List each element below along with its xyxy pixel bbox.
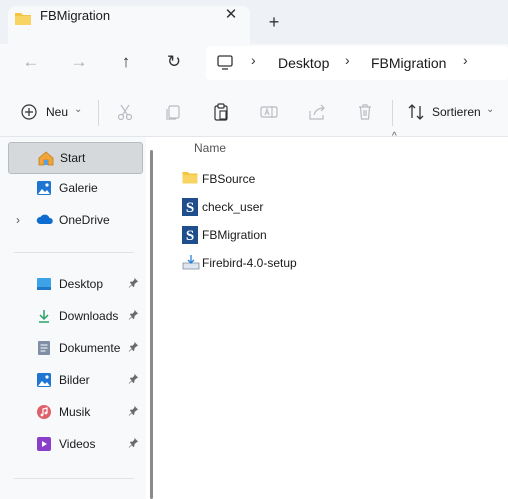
breadcrumb-separator[interactable]: › [251, 52, 256, 68]
sidebar-item-label: Dokumente [59, 341, 121, 355]
folder-icon [182, 170, 198, 187]
pin-icon[interactable] [128, 405, 139, 419]
script-s-icon: S [182, 198, 198, 219]
share-icon[interactable] [306, 101, 328, 123]
music-icon [36, 404, 52, 420]
documents-icon [36, 340, 52, 356]
sidebar-item-label: Downloads [59, 309, 119, 323]
navigation-pane-scrollbar[interactable] [150, 150, 153, 499]
sort-icon[interactable] [406, 102, 426, 125]
computer-icon[interactable] [216, 53, 234, 74]
sidebar-item-videos[interactable]: Videos [8, 429, 140, 459]
pin-icon[interactable] [128, 277, 139, 291]
file-row-fbsource[interactable]: FBSource [176, 166, 496, 192]
file-name: Firebird-4.0-setup [202, 256, 297, 270]
sidebar-item-desktop[interactable]: Desktop [8, 269, 140, 299]
sidebar-item-label: Galerie [59, 181, 98, 195]
folder-icon [14, 10, 32, 29]
rename-icon[interactable] [258, 101, 280, 123]
sidebar-divider [14, 252, 134, 253]
sidebar-item-label: Bilder [59, 373, 90, 387]
sort-button-label[interactable]: Sortieren [432, 105, 481, 119]
sidebar-item-musik[interactable]: Musik [8, 397, 140, 427]
chevron-down-icon[interactable]: ⌄ [74, 104, 82, 115]
new-button[interactable] [20, 100, 38, 124]
forward-button[interactable]: → [65, 48, 93, 76]
breadcrumb-desktop[interactable]: Desktop [278, 55, 329, 71]
gallery-icon [36, 180, 52, 196]
new-tab-button[interactable]: + [262, 10, 286, 34]
back-button[interactable]: ← [17, 48, 45, 76]
sidebar-item-label: Start [60, 151, 86, 165]
cut-icon[interactable] [114, 101, 136, 123]
refresh-button[interactable]: ↻ [160, 48, 188, 76]
toolbar-divider [392, 100, 393, 126]
sidebar-item-bilder[interactable]: Bilder [8, 365, 140, 395]
file-row-firebird-setup[interactable]: Firebird-4.0-setup [176, 250, 496, 276]
tab-title: FBMigration [40, 8, 111, 23]
copy-icon[interactable] [162, 101, 184, 123]
sidebar-divider [14, 478, 134, 479]
file-name: check_user [202, 200, 264, 214]
chevron-down-icon[interactable]: ⌄ [486, 104, 494, 115]
sidebar-item-downloads[interactable]: Downloads [8, 301, 140, 331]
pin-icon[interactable] [128, 437, 139, 451]
delete-icon[interactable] [354, 101, 376, 123]
close-tab-icon[interactable]: ✕ [220, 4, 242, 26]
sidebar-item-label: OneDrive [59, 213, 110, 227]
toolbar-divider [98, 100, 99, 126]
up-button[interactable]: ↑ [112, 48, 140, 76]
breadcrumb-separator[interactable]: › [463, 52, 468, 68]
script-s-icon: S [182, 226, 198, 247]
pin-icon[interactable] [128, 309, 139, 323]
file-row-check-user[interactable]: S check_user [176, 194, 496, 220]
pin-icon[interactable] [128, 341, 139, 355]
pin-icon[interactable] [128, 373, 139, 387]
sidebar-item-dokumente[interactable]: Dokumente [8, 333, 140, 363]
breadcrumb-separator[interactable]: › [345, 52, 350, 68]
file-name: FBMigration [202, 228, 267, 242]
breadcrumb-fbmigration[interactable]: FBMigration [371, 55, 446, 71]
sort-ascending-icon: ^ [392, 131, 397, 142]
file-name: FBSource [202, 172, 256, 186]
svg-text:S: S [186, 200, 194, 216]
sidebar-item-onedrive[interactable]: › OneDrive [8, 205, 140, 235]
pictures-icon [36, 372, 52, 388]
sidebar-item-galerie[interactable]: Galerie [8, 173, 140, 203]
home-icon [37, 150, 54, 166]
sidebar-item-label: Videos [59, 437, 96, 451]
column-header-name[interactable]: Name [194, 141, 226, 155]
installer-icon [182, 254, 200, 273]
videos-icon [36, 436, 52, 452]
svg-text:S: S [186, 228, 194, 244]
download-icon [36, 308, 52, 324]
sidebar-item-start[interactable]: Start [8, 142, 143, 174]
paste-icon[interactable] [210, 101, 232, 123]
cloud-icon [36, 212, 53, 228]
sidebar-item-label: Musik [59, 405, 91, 419]
new-button-label[interactable]: Neu [46, 105, 68, 119]
file-row-fbmigration[interactable]: S FBMigration [176, 222, 496, 248]
desktop-folder-icon [36, 276, 52, 292]
chevron-right-icon[interactable]: › [16, 213, 20, 227]
sidebar-item-label: Desktop [59, 277, 104, 291]
